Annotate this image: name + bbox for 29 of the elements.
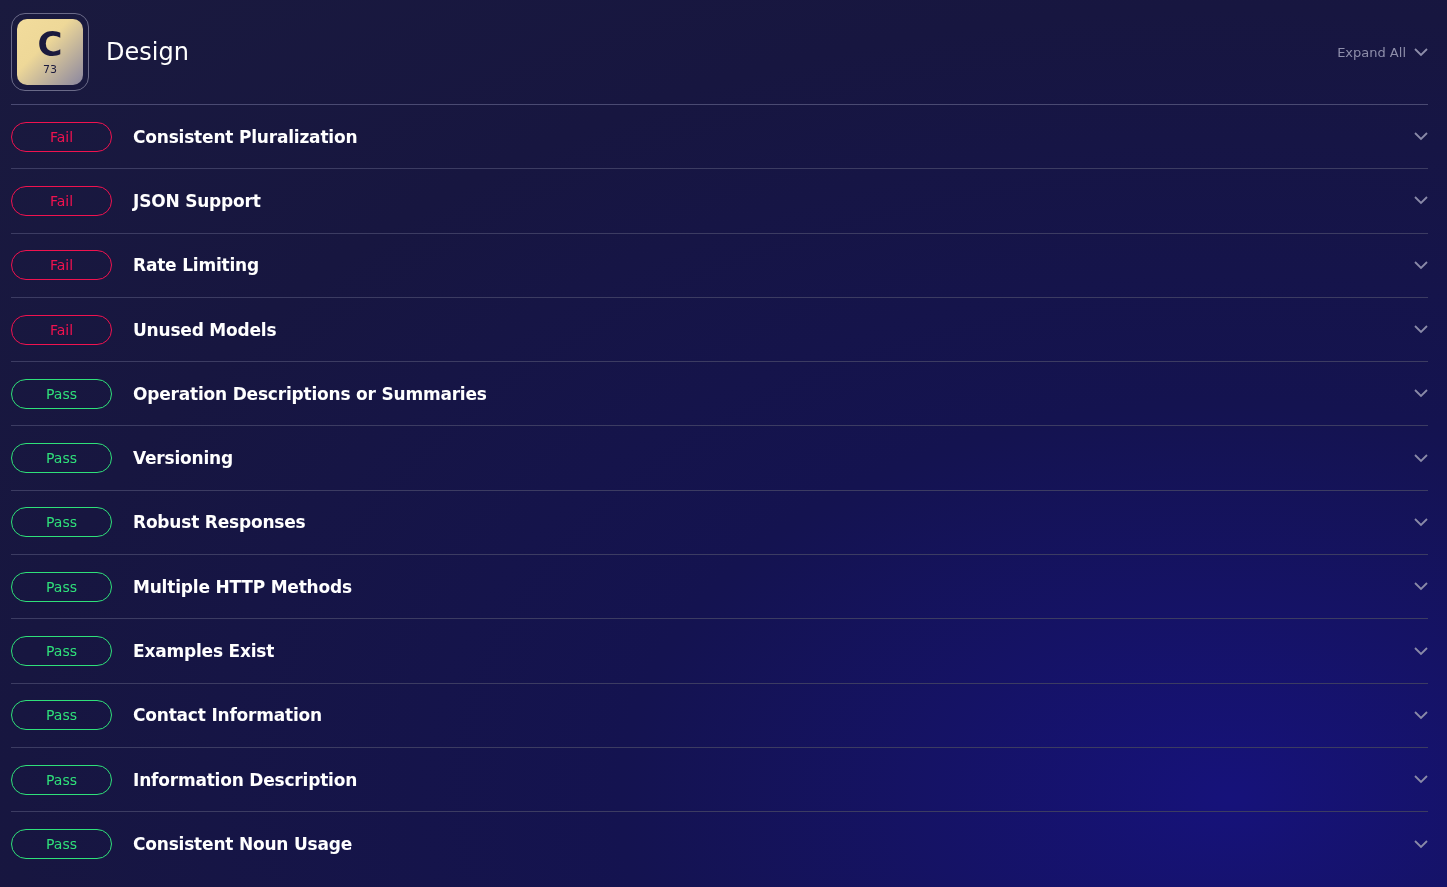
chevron-icon[interactable]: [1414, 582, 1428, 592]
chevron-icon[interactable]: [1414, 325, 1428, 335]
check-name[interactable]: Robust Responses: [133, 512, 306, 533]
chevron-icon[interactable]: [1414, 260, 1428, 270]
check-name[interactable]: Consistent Noun Usage: [133, 834, 353, 855]
check-name[interactable]: Examples Exist: [133, 641, 275, 661]
chevron-icon[interactable]: [1414, 196, 1428, 206]
chevron-icon[interactable]: [1414, 839, 1428, 849]
check-name[interactable]: Unused Models: [133, 319, 277, 340]
chevron-icon[interactable]: [1414, 389, 1428, 399]
section-title: Design: [106, 38, 189, 66]
score-number: 73: [43, 63, 57, 77]
chevron-icon: [1414, 47, 1428, 57]
check-name[interactable]: JSON Support: [133, 190, 261, 211]
chevron-icon[interactable]: [1414, 646, 1428, 656]
chevron-icon[interactable]: [1414, 517, 1428, 527]
check-name[interactable]: Multiple HTTP Methods: [133, 576, 352, 597]
check-name[interactable]: Information Description: [133, 769, 358, 790]
chevron-icon[interactable]: [1414, 710, 1428, 720]
check-name[interactable]: Versioning: [133, 448, 233, 469]
chevron-icon[interactable]: [1414, 132, 1428, 142]
check-name[interactable]: Consistent Pluralization: [133, 126, 358, 147]
check-name[interactable]: Operation Descriptions or Summaries: [133, 383, 487, 404]
chevron-icon[interactable]: [1414, 453, 1428, 463]
chevron-icon[interactable]: [1414, 775, 1428, 785]
grade-letter: C: [37, 27, 63, 61]
check-name[interactable]: Rate Limiting: [133, 255, 259, 276]
check-name[interactable]: Contact Information: [133, 705, 322, 726]
expand-all-button[interactable]: Expand All: [1337, 44, 1428, 60]
